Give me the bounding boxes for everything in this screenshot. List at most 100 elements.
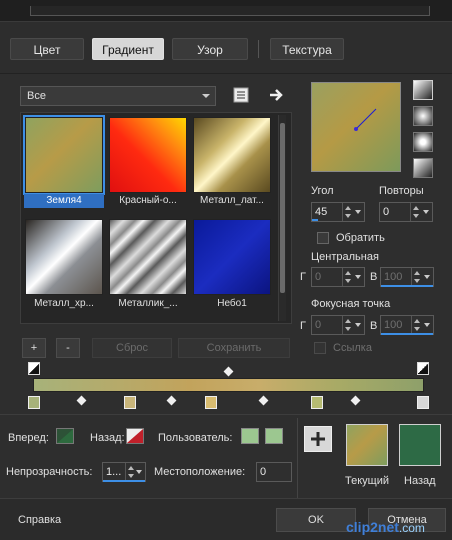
focal-h-field[interactable]: 0	[311, 315, 365, 335]
chevron-down-icon[interactable]	[353, 316, 364, 334]
library-scrollbar[interactable]	[278, 115, 286, 321]
gradient-label: Металл_хр...	[34, 298, 94, 309]
save-button[interactable]: Сохранить	[178, 338, 290, 358]
gradient-label: Небо1	[217, 298, 247, 309]
category-select[interactable]: Все	[20, 86, 216, 106]
chevron-down-icon[interactable]	[421, 203, 432, 221]
book-icon[interactable]	[232, 86, 250, 104]
watermark: clip2net.com	[346, 519, 425, 535]
angle-value: 45	[315, 206, 328, 218]
gradient-library-grid: Земля4 Красный-о... Металл_лат... Металл…	[20, 112, 292, 324]
gradient-label: Земля4	[24, 194, 104, 208]
angle-field[interactable]: 45	[311, 202, 365, 222]
sunburst-gradient-type-button[interactable]	[413, 158, 433, 178]
center-v-stepper[interactable]	[411, 268, 422, 286]
gradient-thumb-metal-brass[interactable]	[193, 117, 271, 193]
link-checkbox[interactable]	[314, 342, 326, 354]
tab-texture[interactable]: Текстура	[270, 38, 344, 60]
gradient-thumb-metallic[interactable]	[109, 219, 187, 295]
invert-label: Обратить	[336, 232, 385, 244]
color-stop[interactable]	[417, 396, 429, 409]
user-label: Пользователь:	[158, 432, 233, 444]
tab-gradient[interactable]: Градиент	[92, 38, 164, 60]
center-h-value: 0	[315, 271, 322, 283]
chevron-down-icon	[202, 94, 210, 98]
repeats-value: 0	[383, 206, 390, 218]
forward-color-button[interactable]	[56, 428, 74, 444]
ok-button[interactable]: OK	[276, 508, 356, 532]
gradient-thumb-earth4[interactable]	[23, 115, 105, 195]
user-color-button[interactable]	[241, 428, 259, 444]
gradient-thumb-metal-chrome[interactable]	[25, 219, 103, 295]
linear-gradient-type-button[interactable]	[413, 80, 433, 100]
chevron-down-icon[interactable]	[353, 268, 364, 286]
category-select-value: Все	[27, 90, 46, 102]
add-stop-button[interactable]	[304, 426, 332, 452]
radial-gradient-type-button[interactable]	[413, 132, 433, 152]
arrow-right-icon[interactable]	[268, 86, 286, 104]
opacity-value: 1...	[106, 466, 122, 478]
angle-label: Угол	[311, 185, 334, 197]
invert-checkbox[interactable]	[317, 232, 329, 244]
chevron-down-icon[interactable]	[353, 203, 364, 221]
center-v-label: В	[370, 271, 378, 283]
focal-h-stepper[interactable]	[342, 316, 353, 334]
divider	[297, 418, 298, 498]
color-stop[interactable]	[205, 396, 217, 409]
tab-bar: Цвет Градиент Узор Текстура	[0, 22, 452, 74]
repeats-field[interactable]: 0	[379, 202, 433, 222]
opacity-stop-right[interactable]	[417, 362, 429, 375]
opacity-stop-left[interactable]	[28, 362, 40, 375]
current-swatch[interactable]	[346, 424, 388, 466]
current-swatch-label: Текущий	[345, 475, 389, 487]
tab-separator	[258, 40, 259, 58]
gradient-editor-bar[interactable]	[33, 378, 424, 392]
help-link[interactable]: Справка	[18, 514, 61, 526]
gradient-thumb-sky1[interactable]	[193, 219, 271, 295]
location-value: 0	[260, 466, 267, 478]
color-stop[interactable]	[124, 396, 136, 409]
opacity-field[interactable]: 1...	[102, 462, 146, 482]
center-v-field[interactable]: 100	[380, 267, 434, 287]
user-color-swatch[interactable]	[265, 428, 283, 444]
gradient-label: Металлик_...	[118, 298, 178, 309]
scrollbar-thumb[interactable]	[280, 123, 285, 293]
back-color-button[interactable]	[126, 428, 144, 444]
gradient-preview[interactable]	[311, 82, 401, 172]
opacity-label: Непрозрачность:	[6, 466, 93, 478]
focal-v-slider[interactable]	[381, 333, 433, 335]
color-stop[interactable]	[311, 396, 323, 409]
center-v-slider[interactable]	[381, 285, 433, 287]
watermark-name: clip2net	[346, 519, 399, 535]
gradient-label: Красный-о...	[119, 195, 177, 206]
focal-h-label: Г	[300, 320, 306, 332]
angle-stepper[interactable]	[342, 203, 353, 221]
center-h-label: Г	[300, 271, 306, 283]
remove-gradient-button[interactable]: -	[56, 338, 80, 358]
repeats-stepper[interactable]	[410, 203, 421, 221]
focal-v-value: 100	[384, 319, 403, 331]
rectangular-gradient-type-button[interactable]	[413, 106, 433, 126]
focal-v-label: В	[370, 320, 378, 332]
chevron-down-icon[interactable]	[422, 268, 433, 286]
location-field[interactable]: 0	[256, 462, 292, 482]
opacity-slider[interactable]	[103, 480, 145, 482]
gradient-label: Металл_лат...	[200, 195, 264, 206]
focal-h-value: 0	[315, 319, 322, 331]
chevron-down-icon[interactable]	[134, 463, 145, 481]
angle-slider[interactable]	[312, 219, 318, 221]
center-h-stepper[interactable]	[342, 268, 353, 286]
center-h-field[interactable]: 0	[311, 267, 365, 287]
add-gradient-button[interactable]: +	[22, 338, 46, 358]
focal-v-stepper[interactable]	[411, 316, 422, 334]
focal-v-field[interactable]: 100	[380, 315, 434, 335]
color-stop[interactable]	[28, 396, 40, 409]
back-swatch[interactable]	[399, 424, 441, 466]
chevron-down-icon[interactable]	[422, 316, 433, 334]
tab-color[interactable]: Цвет	[10, 38, 84, 60]
forward-label: Вперед:	[8, 432, 49, 444]
gradient-thumb-red-orange[interactable]	[109, 117, 187, 193]
center-point-label: Центральная	[311, 251, 379, 263]
reset-button[interactable]: Сброс	[92, 338, 172, 358]
tab-pattern[interactable]: Узор	[172, 38, 248, 60]
